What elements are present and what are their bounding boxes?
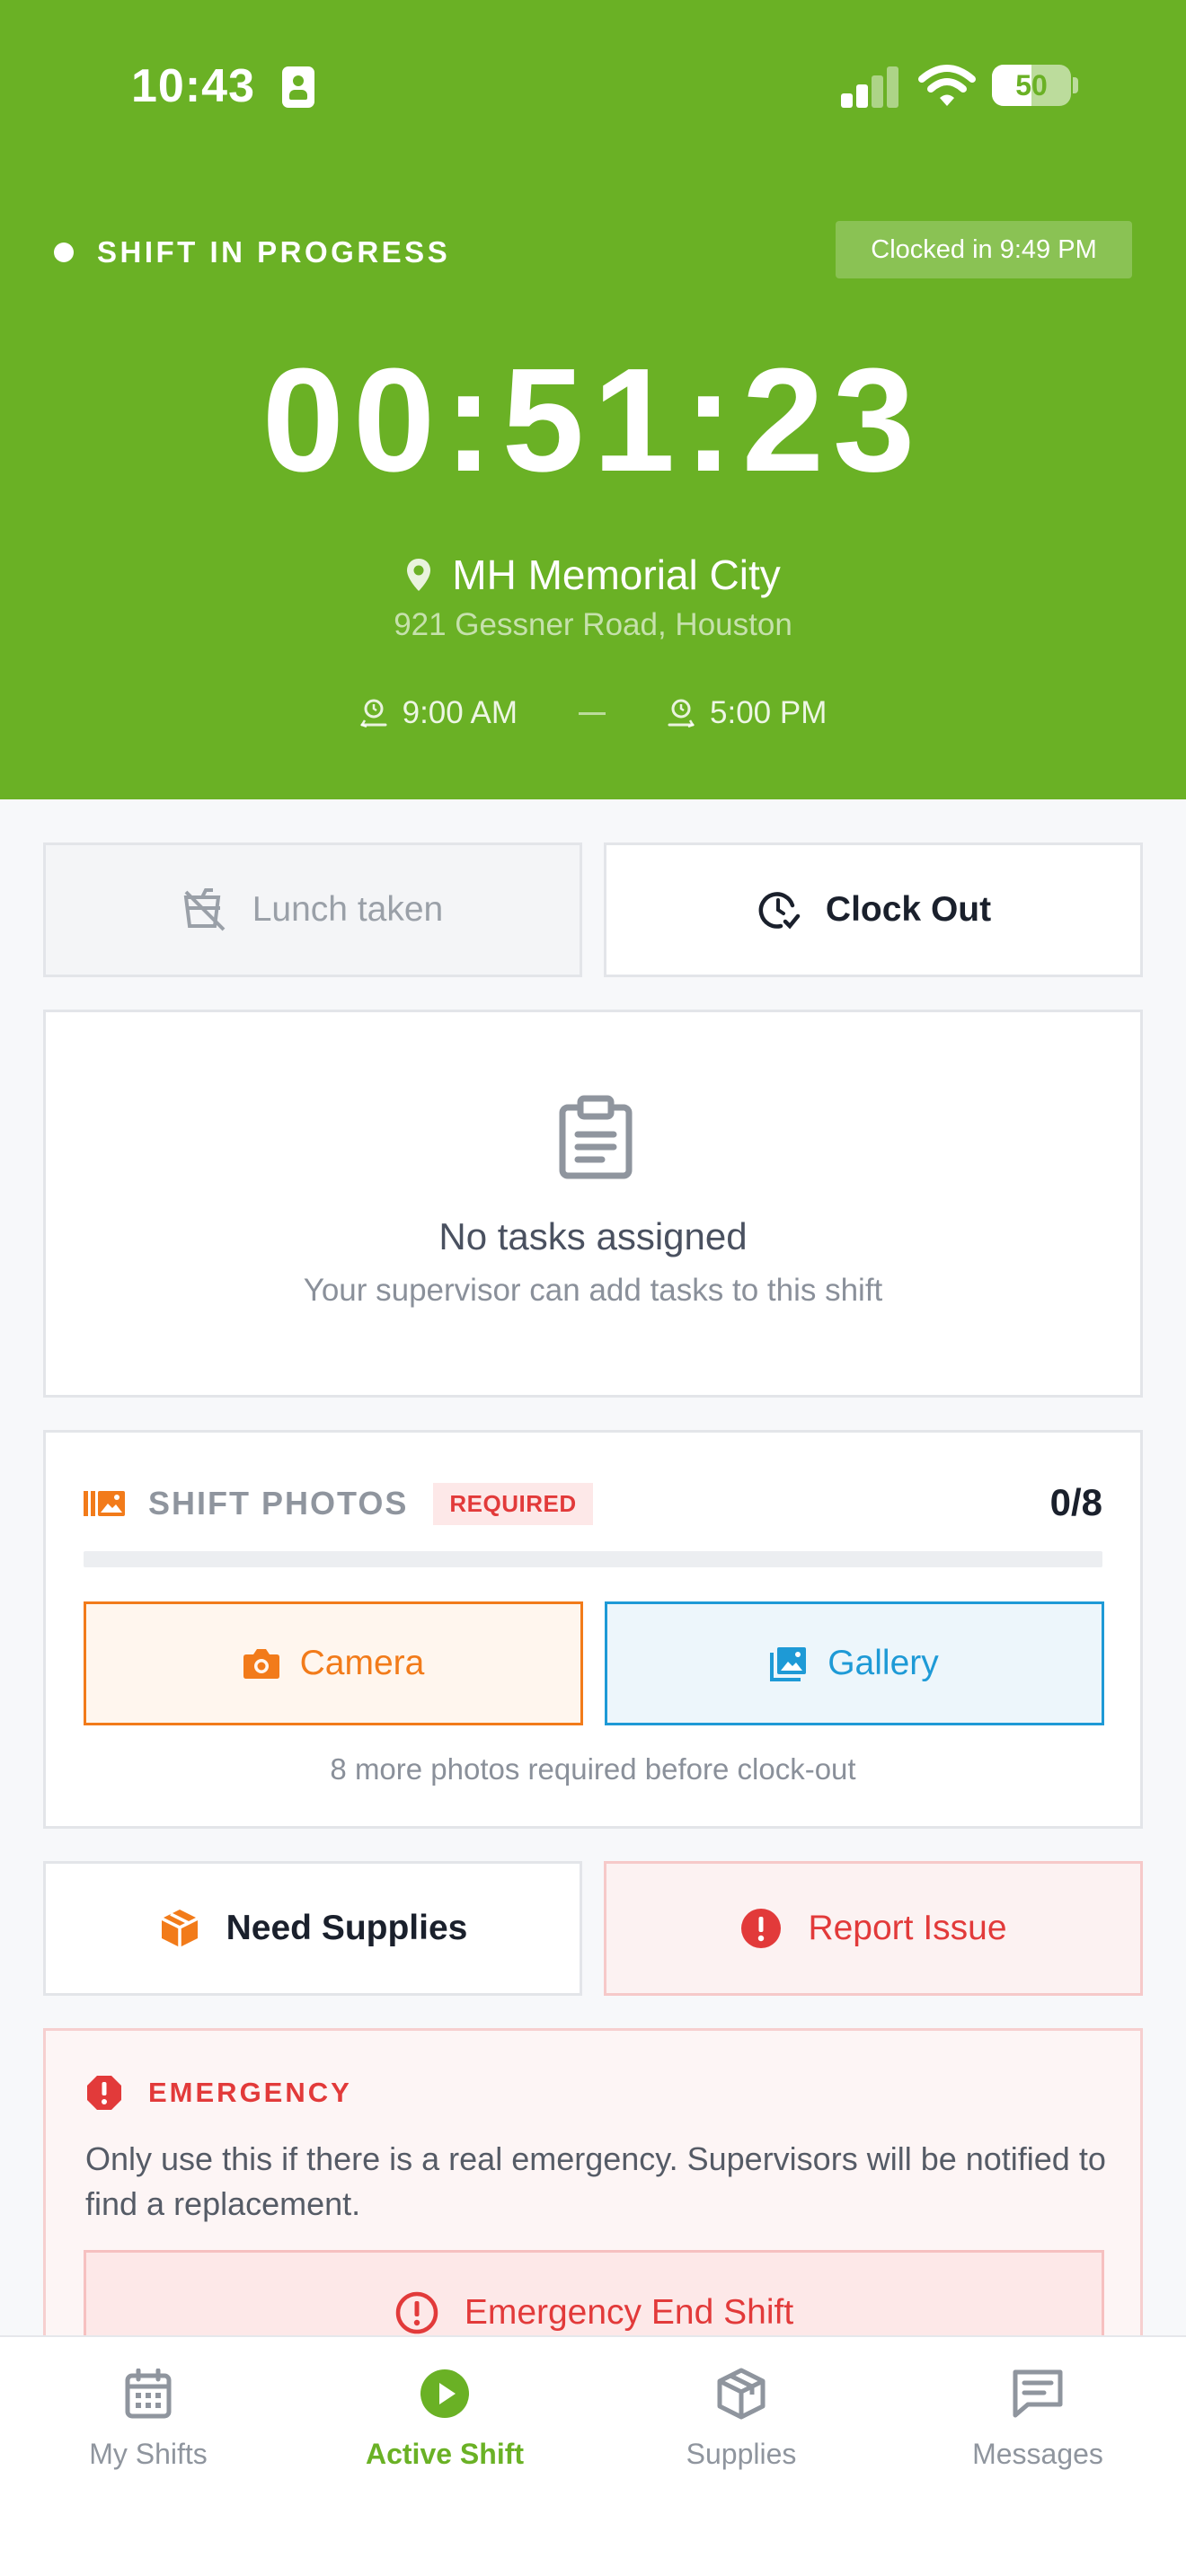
tab-supplies[interactable]: Supplies: [593, 2362, 890, 2497]
battery-level: 50: [1015, 69, 1048, 101]
box-icon: [716, 2362, 766, 2425]
photo-count: 0/8: [1049, 1481, 1102, 1523]
map-pin-icon: [407, 559, 431, 591]
clipboard-icon: [557, 1095, 634, 1184]
play-circle-icon: [419, 2362, 471, 2425]
message-icon: [1012, 2362, 1064, 2425]
photo-library-icon: [84, 1491, 125, 1516]
shift-photos-header: SHIFT PHOTOS REQUIRED: [84, 1481, 593, 1526]
emergency-header: EMERGENCY: [85, 2074, 352, 2112]
photo-progress-bar: [84, 1551, 1102, 1567]
photos-required-hint: 8 more photos required before clock-out: [330, 1752, 856, 1786]
location-name: MH Memorial City: [452, 551, 781, 598]
lunch-taken-button[interactable]: Lunch taken: [43, 842, 582, 977]
shift-times: 9:00 AM 5:00 PM: [0, 690, 1186, 737]
location-row: MH Memorial City: [0, 548, 1186, 602]
lunch-taken-label: Lunch taken: [252, 890, 444, 929]
shift-status: SHIFT IN PROGRESS: [54, 235, 450, 269]
clock-out-button[interactable]: Clock Out: [604, 842, 1143, 977]
required-badge: REQUIRED: [433, 1482, 593, 1525]
shift-photos-title: SHIFT PHOTOS: [148, 1485, 409, 1522]
need-supplies-label: Need Supplies: [226, 1909, 468, 1947]
tasks-card: No tasks assigned Your supervisor can ad…: [43, 1010, 1143, 1398]
tasks-empty-title: No tasks assigned: [438, 1215, 748, 1257]
need-supplies-button[interactable]: Need Supplies: [43, 1861, 582, 1996]
shift-status-label: SHIFT IN PROGRESS: [97, 235, 451, 269]
shift-start-time: 9:00 AM: [402, 695, 518, 730]
clock-out-small-icon: [668, 699, 695, 728]
shift-end-time: 5:00 PM: [710, 695, 828, 730]
shift-header: 10:43 50 SHIFT IN PROGRESS Clocked in 9:…: [0, 0, 1186, 799]
shift-photos-card: SHIFT PHOTOS REQUIRED 0/8 Camera Gallery…: [43, 1430, 1143, 1829]
cellular-signal-icon: [841, 66, 900, 108]
shift-timer: 00:51:23: [261, 338, 925, 502]
active-shift-screen: 10:43 50 SHIFT IN PROGRESS Clocked in 9:…: [0, 0, 1186, 2576]
time-separator: [579, 711, 606, 715]
id-badge-icon: [282, 66, 314, 108]
emergency-title: EMERGENCY: [148, 2077, 352, 2108]
battery-icon: 50: [992, 65, 1071, 106]
tab-label: Messages: [972, 2438, 1103, 2470]
tasks-empty-subtitle: Your supervisor can add tasks to this sh…: [303, 1273, 883, 1308]
emergency-description: Only use this if there is a real emergen…: [85, 2140, 1106, 2222]
tab-label: Active Shift: [365, 2438, 525, 2470]
tab-label: My Shifts: [89, 2438, 208, 2470]
tab-my-shifts[interactable]: My Shifts: [0, 2362, 296, 2497]
camera-button[interactable]: Camera: [84, 1601, 583, 1725]
gallery-icon: [770, 1645, 808, 1681]
status-time: 10:43: [131, 60, 255, 112]
calendar-icon: [125, 2362, 172, 2425]
camera-icon: [243, 1647, 280, 1680]
report-issue-button[interactable]: Report Issue: [604, 1861, 1143, 1996]
clock-in-icon: [359, 699, 387, 728]
alert-circle-icon: [739, 1907, 783, 1950]
clock-check-icon: [756, 887, 801, 932]
alert-octagon-icon: [87, 2076, 121, 2110]
shift-end: 5:00 PM: [667, 695, 827, 731]
no-food-icon: [182, 888, 227, 931]
gallery-button[interactable]: Gallery: [605, 1601, 1104, 1725]
tab-label: Supplies: [686, 2438, 797, 2470]
status-bar: 10:43 50: [0, 54, 1186, 119]
alert-circle-outline-icon: [394, 2290, 439, 2335]
battery-tip: [1073, 77, 1078, 93]
box-icon: [158, 1907, 201, 1950]
tab-messages[interactable]: Messages: [890, 2362, 1186, 2497]
status-dot-icon: [54, 243, 74, 262]
report-issue-label: Report Issue: [808, 1909, 1007, 1947]
clocked-in-badge: Clocked in 9:49 PM: [836, 221, 1132, 278]
shift-start: 9:00 AM: [359, 695, 518, 731]
tab-active-shift[interactable]: Active Shift: [296, 2362, 593, 2497]
clock-out-label: Clock Out: [825, 890, 992, 929]
emergency-end-shift-label: Emergency End Shift: [464, 2293, 794, 2332]
bottom-tab-bar: My Shifts Active Shift Supplies Messages: [0, 2335, 1186, 2576]
location-address: 921 Gessner Road, Houston: [394, 607, 792, 642]
wifi-icon: [918, 65, 976, 106]
gallery-label: Gallery: [828, 1644, 939, 1682]
camera-label: Camera: [299, 1644, 425, 1682]
